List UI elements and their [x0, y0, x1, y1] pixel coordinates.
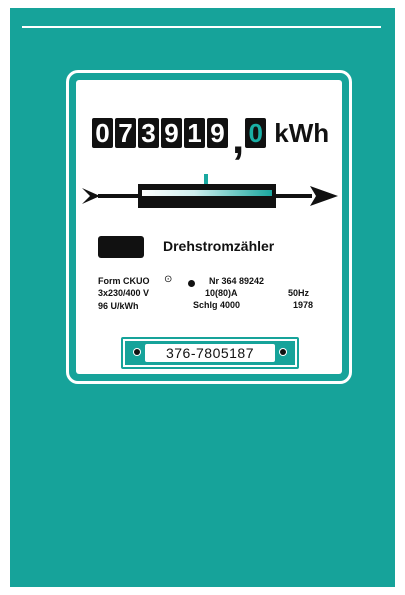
counter-digit: 1 [184, 118, 205, 148]
counter-unit: kWh [274, 118, 330, 148]
screw-right-icon [279, 348, 287, 356]
brand-logo-block [98, 236, 144, 258]
arrow-head-icon [310, 186, 338, 206]
decimal-separator: , [232, 114, 245, 163]
top-divider [22, 26, 381, 28]
kwh-counter: 0 7 3 9 1 9 , 0 kWh [92, 108, 330, 161]
meter-frequency: 50Hz [288, 288, 310, 298]
meter-voltage: 3x230/400 V [98, 288, 150, 298]
meter-schlg: Schlg 4000 [193, 300, 241, 310]
arrow-shaft-right [276, 194, 312, 198]
screw-left-icon [133, 348, 141, 356]
meter-year: 1978 [293, 300, 314, 310]
counter-digit: 3 [138, 118, 159, 148]
meter-constant: 96 U/kWh [98, 301, 139, 311]
serial-number: 376-7805187 [145, 344, 275, 362]
counter-digit: 7 [115, 118, 136, 148]
counter-decimal-digit: 0 [245, 118, 267, 148]
counter-digit: 9 [207, 118, 228, 148]
counter-digit: 0 [92, 118, 113, 148]
rotor-disc [142, 190, 272, 196]
arrow-tail-icon [82, 188, 100, 204]
rotor-disc-window [138, 184, 276, 208]
meter-current: 10(80)A [205, 288, 238, 298]
marker-dot-icon [188, 280, 195, 287]
symbol-icon: ⊙ [164, 274, 173, 285]
counter-digit: 9 [161, 118, 182, 148]
meter-title: Drehstromzähler [163, 238, 275, 254]
meter-form: Form CKUO [98, 276, 150, 286]
meter-number: Nr 364 89242 [209, 276, 265, 286]
arrow-shaft-left [98, 194, 138, 198]
